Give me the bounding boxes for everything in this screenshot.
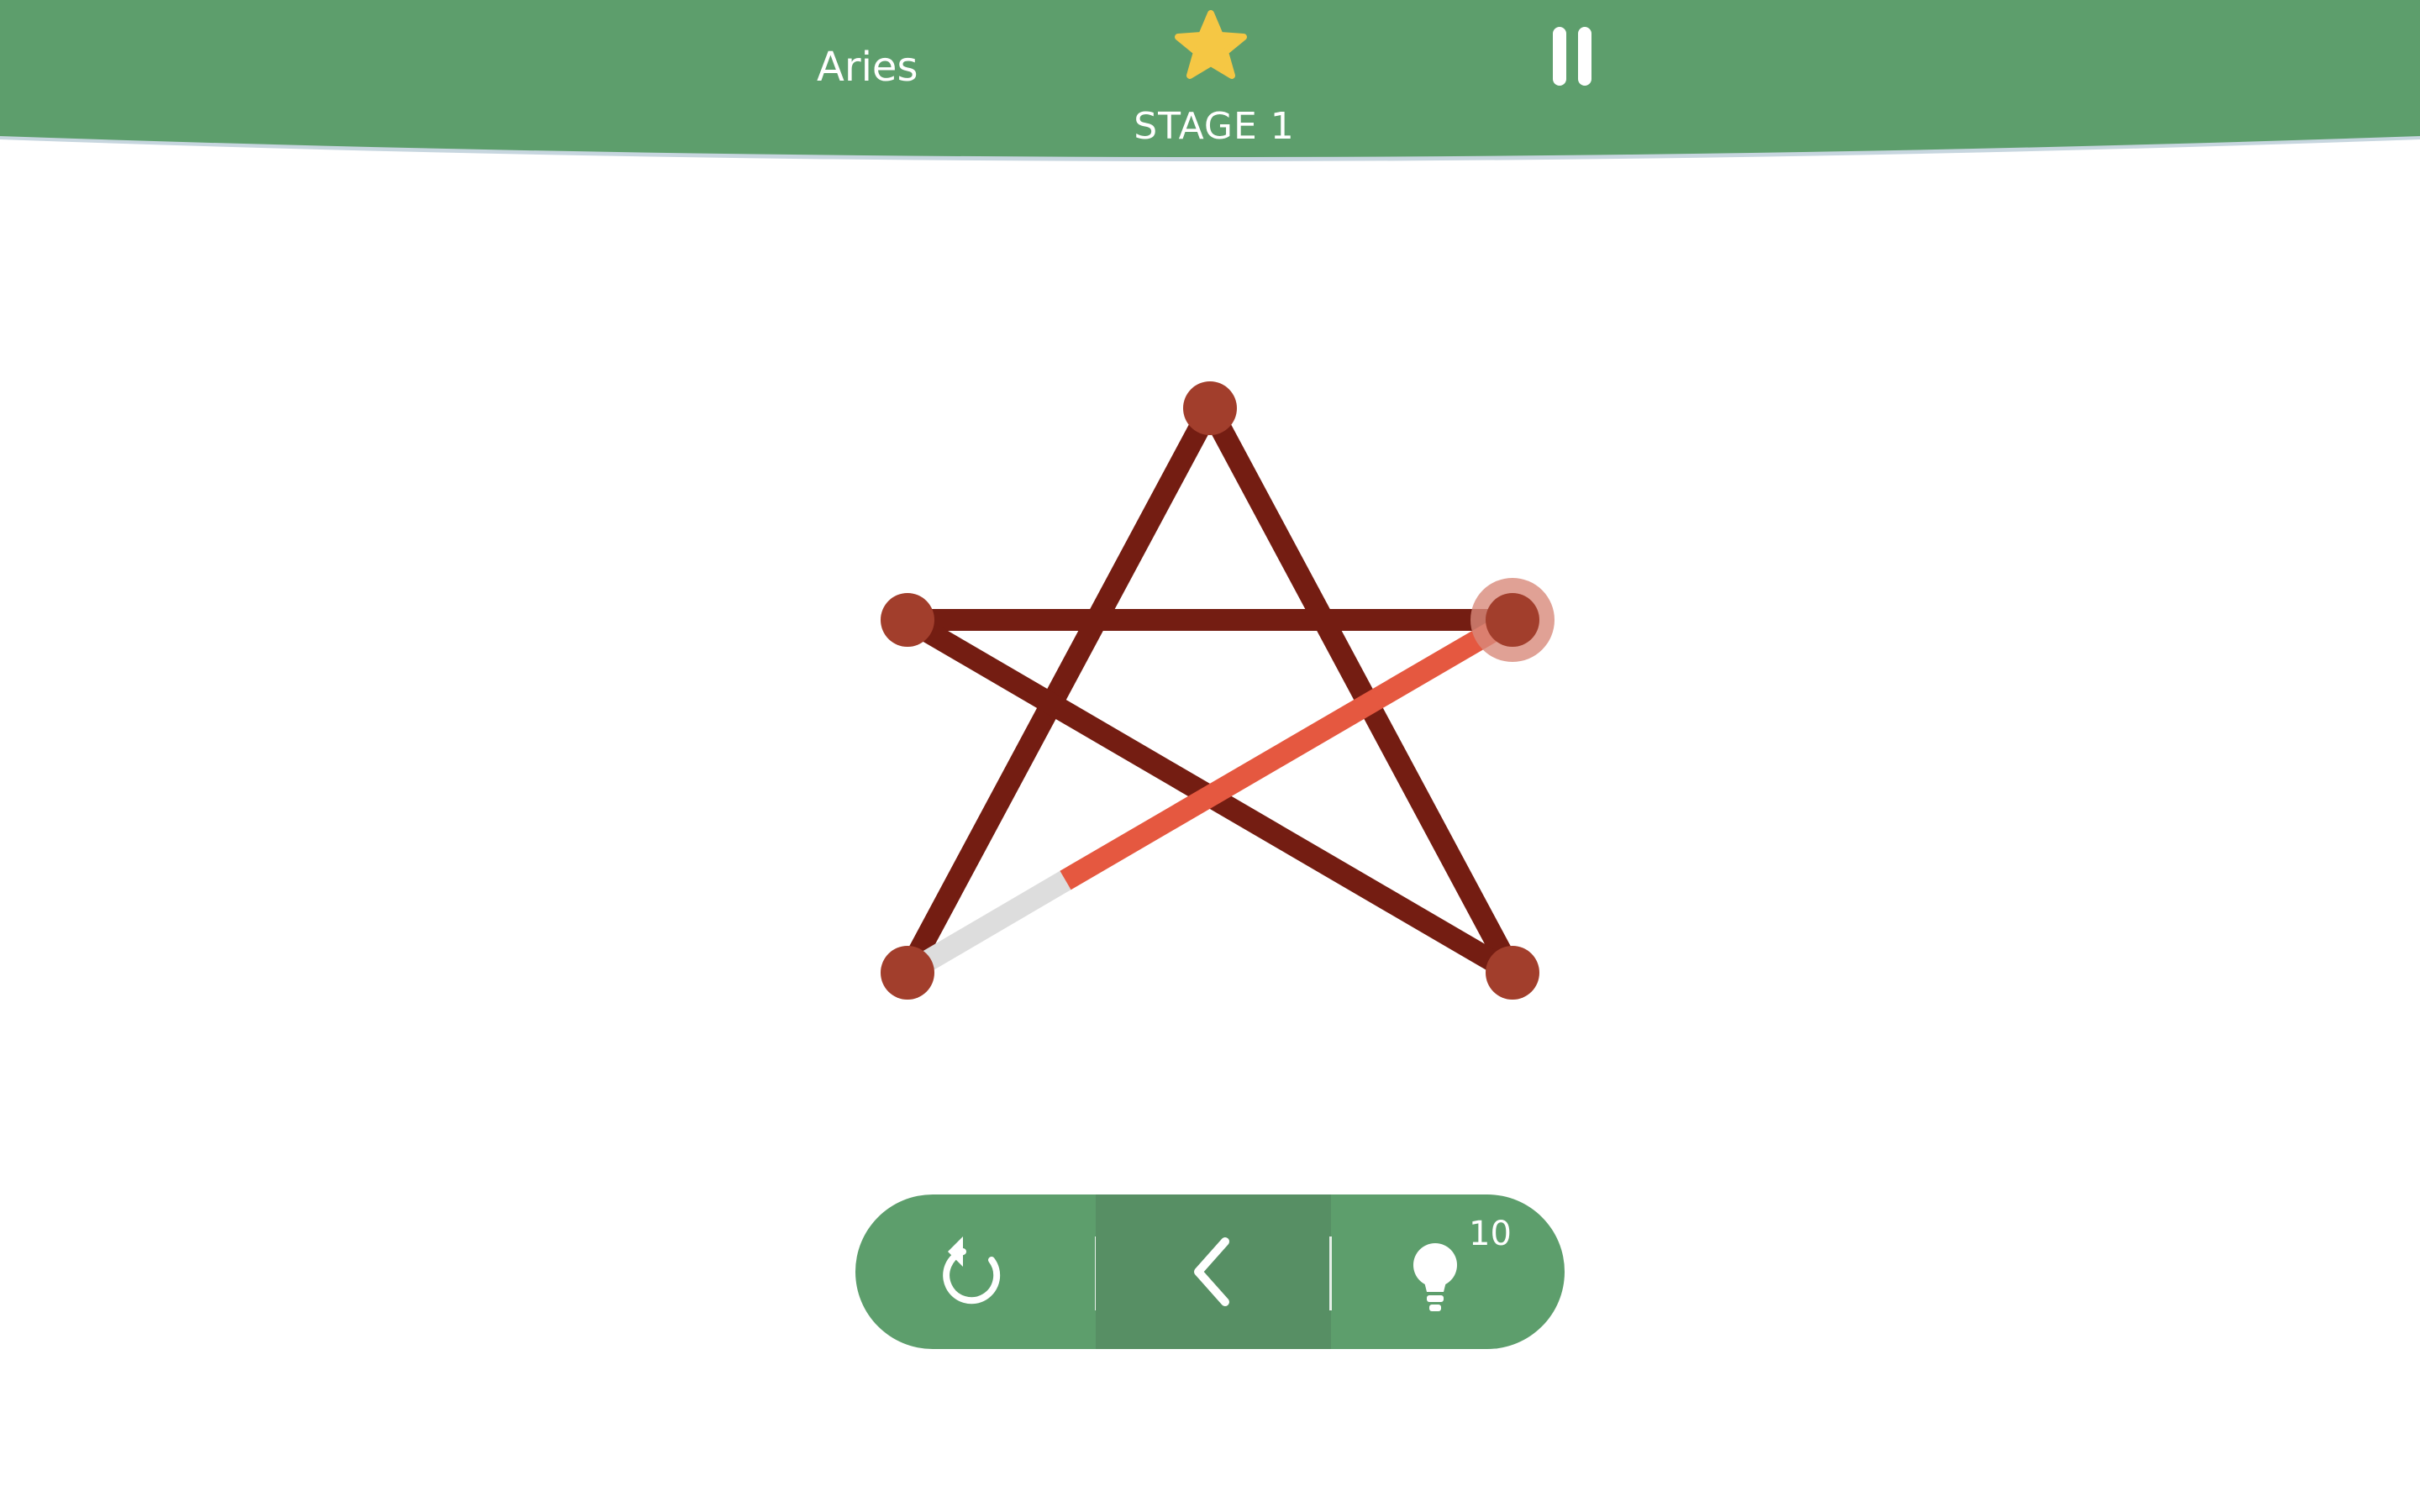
node-right[interactable]: [1486, 593, 1539, 647]
game-screen: Aries STAGE 1 10: [0, 0, 2420, 1512]
node-bottom-left[interactable]: [881, 946, 934, 1000]
node-top[interactable]: [1183, 381, 1237, 435]
undo-button[interactable]: [1096, 1194, 1331, 1349]
chevron-left-icon: [1194, 1237, 1229, 1306]
hint-button[interactable]: 10: [1331, 1194, 1565, 1349]
restart-button[interactable]: [855, 1194, 1096, 1349]
node-bottom-right[interactable]: [1486, 946, 1539, 1000]
control-toolbar: 10: [855, 1194, 1565, 1349]
hint-count-badge: 10: [1469, 1215, 1512, 1253]
node-left[interactable]: [881, 593, 934, 647]
restart-icon: [943, 1236, 1001, 1305]
lightbulb-icon: [1413, 1243, 1457, 1311]
